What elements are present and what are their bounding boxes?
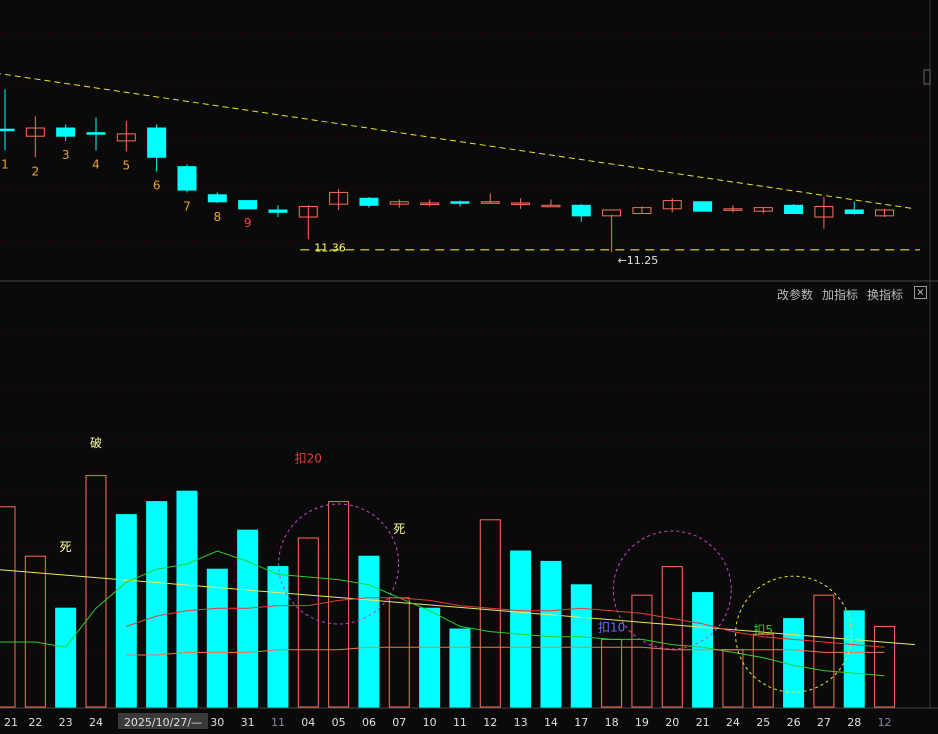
date-label: 07 (392, 716, 406, 729)
volume-bar-down (267, 566, 289, 708)
volume-bar-down (783, 618, 805, 708)
date-label: 11 (453, 716, 467, 729)
date-label: 28 (847, 716, 861, 729)
volume-bar-up (297, 537, 319, 708)
volume-label: 扣20 (295, 452, 322, 466)
date-label: 19 (635, 716, 649, 729)
price-annotation: 11.36 (314, 241, 346, 254)
volume-bar-down (55, 607, 77, 708)
price-trendline (0, 73, 915, 210)
count-label: 8 (213, 210, 221, 224)
candle-down (844, 209, 864, 215)
date-label: 23 (59, 716, 73, 729)
date-label: 20 (665, 716, 679, 729)
count-label: 6 (153, 178, 161, 192)
right-tick-box (923, 69, 931, 85)
date-label: 12 (483, 716, 497, 729)
candle-down (177, 166, 197, 191)
count-label: 1 (1, 157, 9, 171)
volume-bar-up (388, 597, 410, 708)
date-label: 11 (271, 716, 285, 729)
candle-down (56, 127, 76, 137)
switch-indicator-button[interactable]: 换指标 (867, 286, 903, 303)
volume-bar-up (661, 566, 683, 708)
volume-bar-up (631, 594, 653, 708)
volume-bar-down (449, 628, 471, 708)
candle-down (693, 201, 713, 212)
date-label: 05 (332, 716, 346, 729)
candle-down (450, 201, 470, 204)
volume-bar-down (115, 514, 137, 708)
count-label: 4 (92, 157, 100, 171)
date-label: 10 (423, 716, 437, 729)
date-label: 31 (241, 716, 255, 729)
volume-bar-up (874, 625, 896, 708)
count-label: 9 (244, 216, 252, 230)
date-label: 06 (362, 716, 376, 729)
volume-bar-up (24, 555, 46, 708)
date-label: 24 (89, 716, 103, 729)
volume-label: 死 (393, 522, 405, 536)
stock-chart: 1234 5678 911.36←11.25破扣20死死扣10 扣521 22 23 24 2… (0, 0, 938, 729)
volume-label: 死 (60, 540, 72, 554)
volume-bar-down (540, 560, 562, 708)
date-label: 04 (301, 716, 315, 729)
volume-bar-down (843, 610, 865, 708)
count-label: 5 (122, 158, 130, 172)
price-annotation: ←11.25 (618, 254, 659, 267)
candle-down (207, 194, 227, 203)
volume-label: 扣10 (598, 621, 625, 635)
volume-label: 扣5 (753, 623, 773, 637)
date-label: 27 (817, 716, 831, 729)
date-label: 18 (605, 716, 619, 729)
date-label: 12 (878, 716, 892, 729)
candle-down (268, 209, 288, 213)
volume-bar-down (176, 490, 198, 708)
volume-bar-down (237, 529, 259, 708)
volume-bar-up (328, 501, 350, 708)
count-label: 7 (183, 199, 191, 213)
highlight-circle (612, 530, 732, 650)
candle-down (0, 128, 15, 132)
date-label: 26 (787, 716, 801, 729)
date-label: 17 (574, 716, 588, 729)
candle-down (147, 127, 167, 158)
candle-down (86, 132, 106, 135)
count-label: 3 (62, 148, 70, 162)
date-label: 22 (28, 716, 42, 729)
date-label: 21 (4, 716, 18, 729)
candle-up (541, 204, 561, 208)
date-label: 14 (544, 716, 558, 729)
volume-bar-down (570, 584, 592, 708)
date-label: 13 (514, 716, 528, 729)
volume-bar-up (85, 475, 107, 708)
volume-bar-up (722, 649, 744, 708)
candle-down (784, 204, 804, 214)
volume-bar-down (206, 568, 228, 708)
date-label: 30 (210, 716, 224, 729)
volume-bar-up (601, 638, 623, 708)
date-label: 25 (756, 716, 770, 729)
candle-down (571, 204, 591, 217)
add-indicator-button[interactable]: 加指标 (822, 286, 858, 303)
volume-bar-down (419, 607, 441, 708)
candle-down (359, 197, 379, 206)
date-label: 24 (726, 716, 740, 729)
volume-bar-down (146, 501, 168, 708)
date-label: 2025/10/27/— (124, 716, 202, 729)
volume-bar-down (358, 555, 380, 708)
candle-down (238, 200, 258, 210)
edit-params-button[interactable]: 改参数 (777, 286, 813, 303)
close-icon[interactable]: × (914, 286, 927, 299)
count-label: 2 (32, 164, 40, 178)
volume-bar-up (752, 633, 774, 708)
volume-bar-up (479, 519, 501, 708)
date-label: 21 (696, 716, 710, 729)
volume-label: 破 (90, 435, 102, 450)
volume-bar-up (0, 506, 16, 708)
volume-bar-down (510, 550, 532, 708)
volume-bar-up (813, 594, 835, 708)
